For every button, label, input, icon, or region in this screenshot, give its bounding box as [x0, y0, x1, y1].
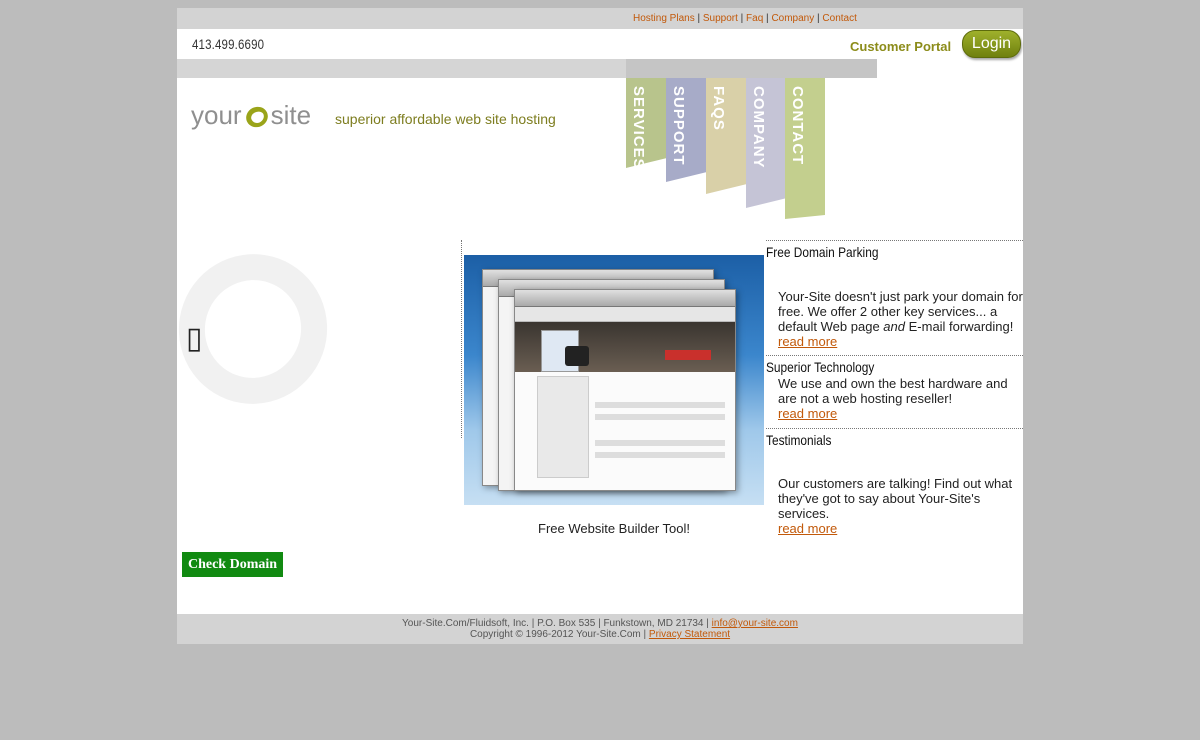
nav-link-faq[interactable]: Faq — [746, 13, 763, 24]
phone-number: 413.499.6690 — [192, 36, 265, 52]
tab-services-label: SERVICES — [630, 86, 647, 170]
footer-address-line: Your-Site.Com/Fluidsoft, Inc. | P.O. Box… — [402, 618, 798, 629]
section-body-testimonials: Our customers are talking! Find out what… — [778, 476, 1013, 536]
website-builder-screenshot[interactable] — [464, 255, 764, 505]
login-button[interactable]: Login — [962, 30, 1021, 58]
tab-support-label: SUPPORT — [670, 86, 687, 166]
section-title-parking: Free Domain Parking — [766, 244, 879, 260]
nav-link-company[interactable]: Company — [771, 13, 814, 24]
vertical-divider — [461, 240, 462, 438]
read-more-parking[interactable]: read more — [778, 334, 837, 349]
header-strip — [177, 59, 626, 78]
nav-link-support[interactable]: Support — [703, 13, 738, 24]
section-title-technology: Superior Technology — [766, 359, 875, 375]
nav-link-hosting-plans[interactable]: Hosting Plans — [633, 13, 695, 24]
check-domain-button[interactable]: Check Domain — [182, 552, 283, 577]
top-nav: Hosting Plans | Support | Faq | Company … — [633, 13, 857, 24]
section-divider — [766, 428, 1023, 429]
privacy-statement-link[interactable]: Privacy Statement — [649, 629, 730, 640]
logo-text-site: site — [270, 100, 312, 130]
tab-contact-label: CONTACT — [789, 86, 806, 166]
browser-window-front — [514, 289, 736, 491]
nav-link-contact[interactable]: Contact — [822, 13, 856, 24]
section-divider — [766, 355, 1023, 356]
builder-caption: Free Website Builder Tool! — [538, 521, 690, 536]
tab-strip — [626, 59, 877, 78]
tab-faqs-label: FAQS — [710, 86, 727, 131]
footer-email-link[interactable]: info@your-site.com — [712, 618, 798, 629]
section-title-testimonials: Testimonials — [766, 432, 832, 448]
section-divider — [766, 240, 1023, 241]
section-body-parking: Your-Site doesn't just park your domain … — [778, 289, 1023, 349]
top-bar — [177, 8, 1023, 29]
footer: Your-Site.Com/Fluidsoft, Inc. | P.O. Box… — [177, 614, 1023, 644]
footer-copyright-line: Copyright © 1996-2012 Your-Site.Com | Pr… — [469, 629, 731, 640]
logo-text-your: your — [191, 100, 242, 130]
missing-plugin-icon: ▯ — [186, 322, 203, 355]
site-logo[interactable]: your site — [191, 100, 311, 131]
tab-company-label: COMPANY — [750, 86, 767, 169]
logo-ring-icon — [242, 103, 271, 131]
customer-portal-label: Customer Portal — [850, 39, 952, 54]
tagline: superior affordable web site hosting — [335, 111, 556, 127]
read-more-testimonials[interactable]: read more — [778, 521, 837, 536]
section-body-technology: We use and own the best hardware and are… — [778, 376, 1008, 421]
read-more-technology[interactable]: read more — [778, 406, 837, 421]
page-container: Hosting Plans | Support | Faq | Company … — [157, 8, 1023, 644]
